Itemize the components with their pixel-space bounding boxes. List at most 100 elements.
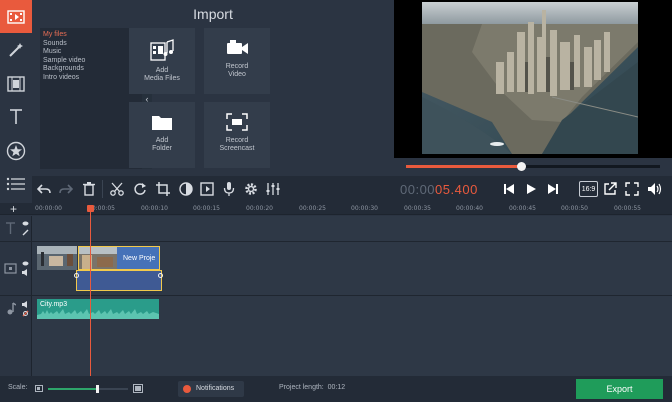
aspect-ratio-button[interactable]: 16:9	[579, 181, 598, 197]
volume-button[interactable]	[646, 180, 664, 198]
audio-clip[interactable]: City.mp3	[37, 299, 159, 319]
list-item-sounds[interactable]: Sounds	[43, 40, 142, 49]
playhead-handle[interactable]	[87, 205, 94, 212]
record-screencast-button[interactable]: Record Screencast	[204, 102, 270, 168]
redo-button[interactable]	[57, 180, 75, 198]
speaker-small-icon[interactable]	[22, 301, 29, 308]
eye-icon[interactable]	[22, 221, 29, 226]
title-track[interactable]	[32, 216, 672, 241]
film-import-icon	[7, 9, 25, 24]
transition-handle-right[interactable]	[158, 273, 163, 278]
color-adjust-button[interactable]	[177, 180, 195, 198]
scissors-icon	[110, 182, 124, 196]
list-item-backgrounds[interactable]: Backgrounds	[43, 65, 142, 74]
stickers-tool-button[interactable]	[0, 134, 32, 167]
file-category-list: My files Sounds Music Sample video Backg…	[40, 28, 142, 169]
filters-tool-button[interactable]	[0, 67, 32, 100]
add-folder-button[interactable]: Add Folder	[129, 102, 195, 168]
tile-line2: Screencast	[219, 145, 255, 152]
import-tool-button[interactable]	[0, 0, 32, 33]
add-track-icon[interactable]: +	[10, 202, 17, 216]
preview-seek-bar[interactable]	[394, 158, 672, 176]
folder-icon	[152, 116, 172, 130]
play-button[interactable]	[522, 180, 540, 198]
ruler-tick: 00:00:35	[404, 205, 431, 212]
record-video-button[interactable]: Record Video	[204, 28, 270, 94]
toolbar-divider	[102, 180, 103, 198]
rotate-icon	[134, 183, 146, 195]
previous-frame-button[interactable]	[500, 180, 518, 198]
ruler-tick: 00:00:20	[246, 205, 273, 212]
cut-button[interactable]	[108, 180, 126, 198]
list-item-music[interactable]: Music	[43, 48, 142, 57]
ruler-tick: 00:00:00	[35, 205, 62, 212]
ruler-tick: 00:00:30	[351, 205, 378, 212]
playhead-line[interactable]	[90, 206, 91, 376]
speaker-icon	[648, 183, 662, 195]
clip-thumbnail	[37, 246, 77, 270]
timecode-seconds: 05.400	[435, 182, 478, 197]
tile-line2: Video	[228, 71, 246, 78]
export-button[interactable]: Export	[576, 379, 663, 399]
tile-line1: Add	[155, 67, 169, 74]
speaker-small-icon[interactable]	[22, 269, 29, 276]
redo-icon	[59, 184, 73, 194]
editing-toolbar: 00:0005.400 16:9	[32, 176, 672, 203]
record-audio-button[interactable]	[220, 180, 238, 198]
crop-button[interactable]	[154, 180, 172, 198]
list-item-my-files[interactable]: My files	[43, 31, 142, 40]
list-item-intro-videos[interactable]: Intro videos	[43, 74, 142, 83]
title-track-header	[0, 216, 32, 241]
timeline-ruler[interactable]: + 00:00:00 00:00:05 00:00:10 00:00:15 00…	[0, 202, 672, 216]
scale-slider-thumb[interactable]	[96, 385, 99, 393]
video-track-icon	[4, 263, 17, 274]
bell-icon	[183, 385, 191, 393]
undo-button[interactable]	[35, 180, 53, 198]
skip-forward-icon	[548, 184, 558, 194]
detach-preview-button[interactable]	[601, 180, 619, 198]
clip-properties-button[interactable]	[198, 180, 216, 198]
seek-progress	[406, 165, 521, 168]
movavi-editor: Import My files Sounds Music Sample vide…	[0, 0, 672, 402]
crop-icon	[156, 182, 170, 196]
zoom-out-icon[interactable]	[35, 385, 43, 392]
video-preview	[394, 0, 672, 176]
equalizer-button[interactable]	[264, 180, 282, 198]
transition-handle-left[interactable]	[74, 273, 79, 278]
rotate-button[interactable]	[131, 180, 149, 198]
contrast-icon	[179, 182, 193, 196]
project-length-label: Project length:	[279, 384, 324, 391]
list-icon	[6, 177, 25, 190]
preview-frame-image	[422, 2, 638, 154]
next-frame-button[interactable]	[544, 180, 562, 198]
ruler-tick: 00:00:40	[456, 205, 483, 212]
open-external-icon	[604, 182, 617, 195]
settings-button[interactable]	[242, 180, 260, 198]
gear-icon	[245, 183, 257, 195]
magic-wand-tool-button[interactable]	[0, 33, 32, 66]
video-camera-icon	[227, 40, 248, 54]
transitions-tool-button[interactable]	[0, 167, 32, 200]
seek-thumb[interactable]	[517, 162, 526, 171]
project-length-value: 00:12	[327, 384, 346, 391]
titles-tool-button[interactable]	[0, 100, 32, 133]
clip-thumbnail	[79, 247, 117, 269]
video-clip-1[interactable]	[37, 246, 77, 270]
link-icon[interactable]	[22, 229, 29, 236]
equalizer-icon	[266, 183, 280, 195]
delete-button[interactable]	[80, 180, 98, 198]
fullscreen-button[interactable]	[623, 180, 641, 198]
fullscreen-icon	[625, 182, 639, 196]
video-clip-selection[interactable]	[76, 270, 162, 291]
list-item-sample-video[interactable]: Sample video	[43, 57, 142, 66]
scale-slider-fill	[48, 388, 98, 390]
tile-line1: Record	[225, 63, 249, 70]
zoom-in-icon[interactable]	[133, 384, 143, 393]
notifications-button[interactable]: Notifications	[178, 381, 244, 397]
tile-line1: Record	[225, 137, 249, 144]
eye-icon[interactable]	[22, 261, 29, 266]
scale-label: Scale:	[8, 384, 28, 391]
add-media-files-button[interactable]: Add Media Files	[129, 28, 195, 94]
timecode-display: 00:0005.400	[400, 182, 478, 197]
mute-link-icon[interactable]	[22, 310, 29, 317]
